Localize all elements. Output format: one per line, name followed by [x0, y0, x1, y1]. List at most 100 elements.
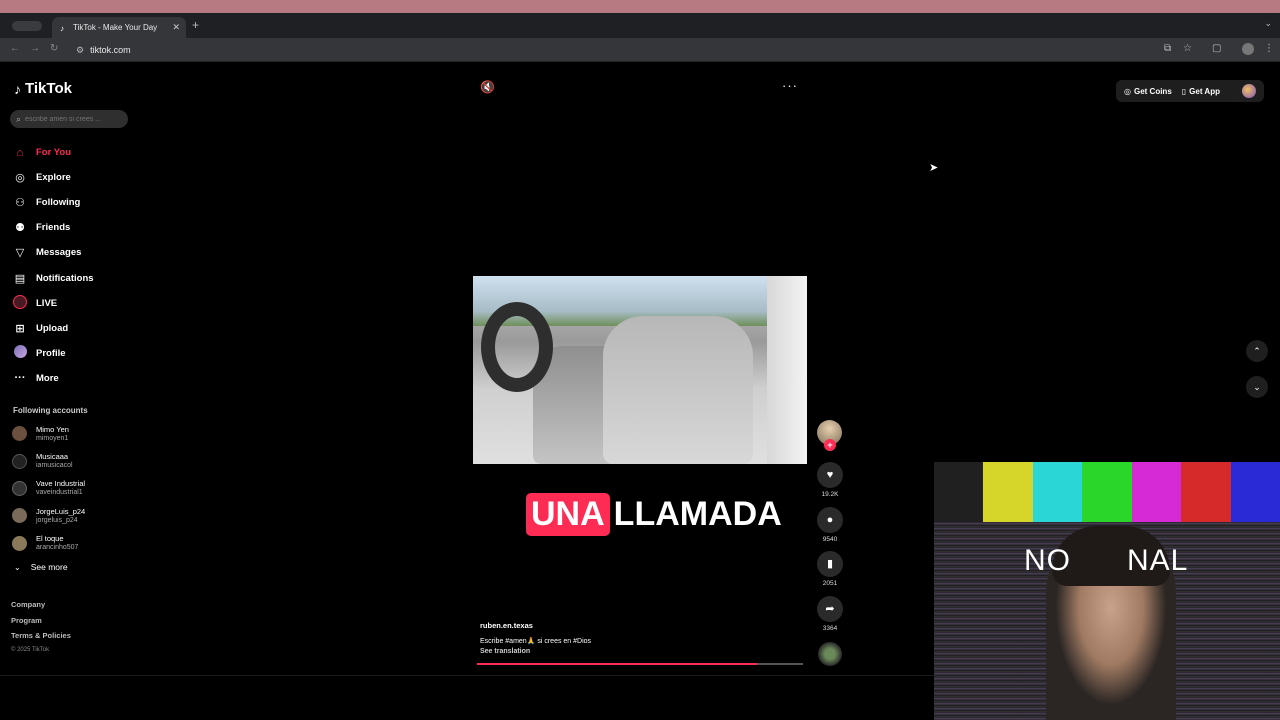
compass-icon: ◎	[15, 172, 25, 185]
following-accounts-list: Mimo Yen mimoyen1 Musicaaa iamusicacol V…	[12, 420, 85, 557]
user-avatar[interactable]	[1242, 84, 1256, 98]
follow-plus-icon[interactable]: +	[824, 439, 836, 451]
nav-label: Friends	[36, 222, 71, 234]
mute-icon[interactable]: 🔇	[480, 80, 495, 94]
get-coins-button[interactable]: ◎ Get Coins	[1124, 87, 1172, 96]
nav-explore[interactable]: ◎ Explore	[12, 165, 94, 190]
nav-live[interactable]: LIVE	[12, 291, 94, 316]
following-accounts-title: Following accounts	[13, 406, 88, 415]
next-video-chevron-down-icon[interactable]: ⌄	[1246, 376, 1268, 398]
previous-video-chevron-up-icon[interactable]: ⌃	[1246, 340, 1268, 362]
footer-program-link[interactable]: Program	[11, 616, 71, 632]
video-author[interactable]: ruben.en.texas	[480, 621, 591, 630]
pinned-tab[interactable]	[12, 21, 42, 31]
test-pattern-bars	[934, 462, 1280, 522]
nav-notifications[interactable]: ▤ Notifications	[12, 265, 94, 290]
avatar	[12, 535, 27, 551]
account-handle: jorgeluis_p24	[36, 516, 78, 524]
music-disc-icon[interactable]	[818, 642, 842, 666]
video-progress-fill	[477, 663, 758, 665]
account-item[interactable]: Musicaaa iamusicacol	[12, 447, 85, 474]
see-more-button[interactable]: ⌄ See more	[14, 562, 68, 572]
save-button[interactable]: ▮ 2051	[815, 551, 845, 587]
see-translation-link[interactable]: See translation	[480, 648, 591, 655]
tiktok-note-icon: ♪	[14, 80, 21, 97]
inbox-icon: ▤	[14, 272, 26, 285]
account-item[interactable]: JorgeLuis_p24 jorgeluis_p24	[12, 502, 85, 529]
nav-for-you[interactable]: ⌂ For You	[12, 140, 94, 165]
account-name: JorgeLuis_p24	[36, 506, 86, 516]
back-icon[interactable]: ←	[10, 43, 20, 54]
account-item[interactable]: El toque arancinho507	[12, 530, 85, 557]
bookmark-icon: ▮	[817, 551, 843, 577]
avatar	[12, 453, 27, 469]
nav-label: More	[36, 372, 59, 384]
video-steering-wheel	[481, 302, 553, 392]
nav-profile[interactable]: Profile	[12, 341, 94, 366]
account-handle: mimoyen1	[36, 434, 69, 442]
nav-label: Profile	[36, 347, 66, 359]
forward-icon[interactable]: →	[30, 43, 40, 54]
site-info-icon[interactable]: ⚙	[76, 45, 84, 56]
more-options-icon[interactable]: ···	[782, 78, 798, 93]
get-app-label: Get App	[1189, 86, 1220, 96]
install-app-icon[interactable]: ⧉	[1164, 43, 1171, 54]
bookmark-star-icon[interactable]: ☆	[1183, 43, 1192, 54]
extensions-icon[interactable]: ▢	[1212, 43, 1221, 54]
nav-following[interactable]: ⚇ Following	[12, 190, 94, 215]
address-bar[interactable]: ⚙ tiktok.com	[70, 41, 1180, 59]
tab-title: TikTok - Make Your Day	[73, 23, 158, 32]
account-item[interactable]: Mimo Yen mimoyen1	[12, 420, 85, 447]
get-app-button[interactable]: ▯ Get App	[1182, 87, 1220, 96]
reload-icon[interactable]: ↻	[50, 43, 58, 54]
account-handle: vaveindustrial1	[36, 489, 83, 497]
new-tab-icon[interactable]: +	[192, 18, 199, 32]
home-icon: ⌂	[16, 146, 24, 159]
account-item[interactable]: Vave Industrial vaveindustrial1	[12, 475, 85, 502]
video-player[interactable]	[473, 276, 807, 464]
tab-search-icon[interactable]: ⌄	[1264, 18, 1272, 29]
avatar	[12, 508, 27, 524]
comment-button[interactable]: ● 9540	[815, 507, 845, 543]
nav-label: For You	[36, 147, 72, 159]
tiktok-favicon-icon: ♪	[60, 23, 64, 33]
nav-label: Notifications	[36, 272, 94, 284]
search-icon: ⌕	[16, 113, 22, 124]
search-input[interactable]	[25, 115, 118, 123]
avatar	[12, 426, 27, 442]
nav-upload[interactable]: ⊞ Upload	[12, 316, 94, 341]
top-actions: ◎ Get Coins ▯ Get App	[1116, 80, 1264, 102]
like-button[interactable]: ♥ 19.2K	[815, 462, 845, 498]
video-passenger-seat	[603, 316, 753, 464]
browser-menu-icon[interactable]: ⋮	[1264, 43, 1274, 54]
coin-icon: ◎	[1124, 86, 1131, 96]
user-follow-icon: ⚇	[15, 197, 25, 210]
video-caption: UNA LLAMADA	[526, 493, 782, 536]
webcam-overlay: NO NAL	[934, 462, 1280, 720]
search-bar[interactable]: ⌕	[10, 110, 128, 128]
nav-friends[interactable]: ⚉ Friends	[12, 215, 94, 240]
video-door-pillar	[767, 276, 807, 464]
footer-company-link[interactable]: Company	[11, 600, 71, 616]
like-count: 19.2K	[821, 491, 839, 498]
mouse-cursor-icon: ➤	[929, 162, 939, 174]
live-icon	[12, 294, 28, 312]
browser-tab-tiktok[interactable]: ♪ TikTok - Make Your Day ✕	[52, 17, 186, 38]
copyright-text: © 2025 TikTok	[11, 646, 50, 653]
browser-profile-avatar[interactable]	[1242, 43, 1254, 55]
macos-menu-bar	[0, 0, 1280, 13]
tiktok-logo[interactable]: ♪ TikTok	[14, 80, 72, 97]
nav-more[interactable]: ··· More	[12, 366, 94, 391]
caption-highlight: UNA	[526, 493, 610, 536]
account-name: Mimo Yen	[36, 424, 69, 434]
phone-icon: ▯	[1181, 86, 1187, 96]
share-button[interactable]: ➦ 3364	[815, 596, 845, 632]
nav-label: Following	[36, 197, 81, 209]
see-more-label: See more	[30, 562, 68, 572]
close-tab-icon[interactable]: ✕	[172, 22, 180, 33]
video-progress-bar[interactable]	[477, 663, 803, 665]
nav-messages[interactable]: ▽ Messages	[12, 240, 94, 265]
footer-terms-link[interactable]: Terms & Policies	[11, 631, 71, 647]
account-name: El toque	[36, 534, 64, 544]
comment-count: 9540	[822, 536, 838, 543]
